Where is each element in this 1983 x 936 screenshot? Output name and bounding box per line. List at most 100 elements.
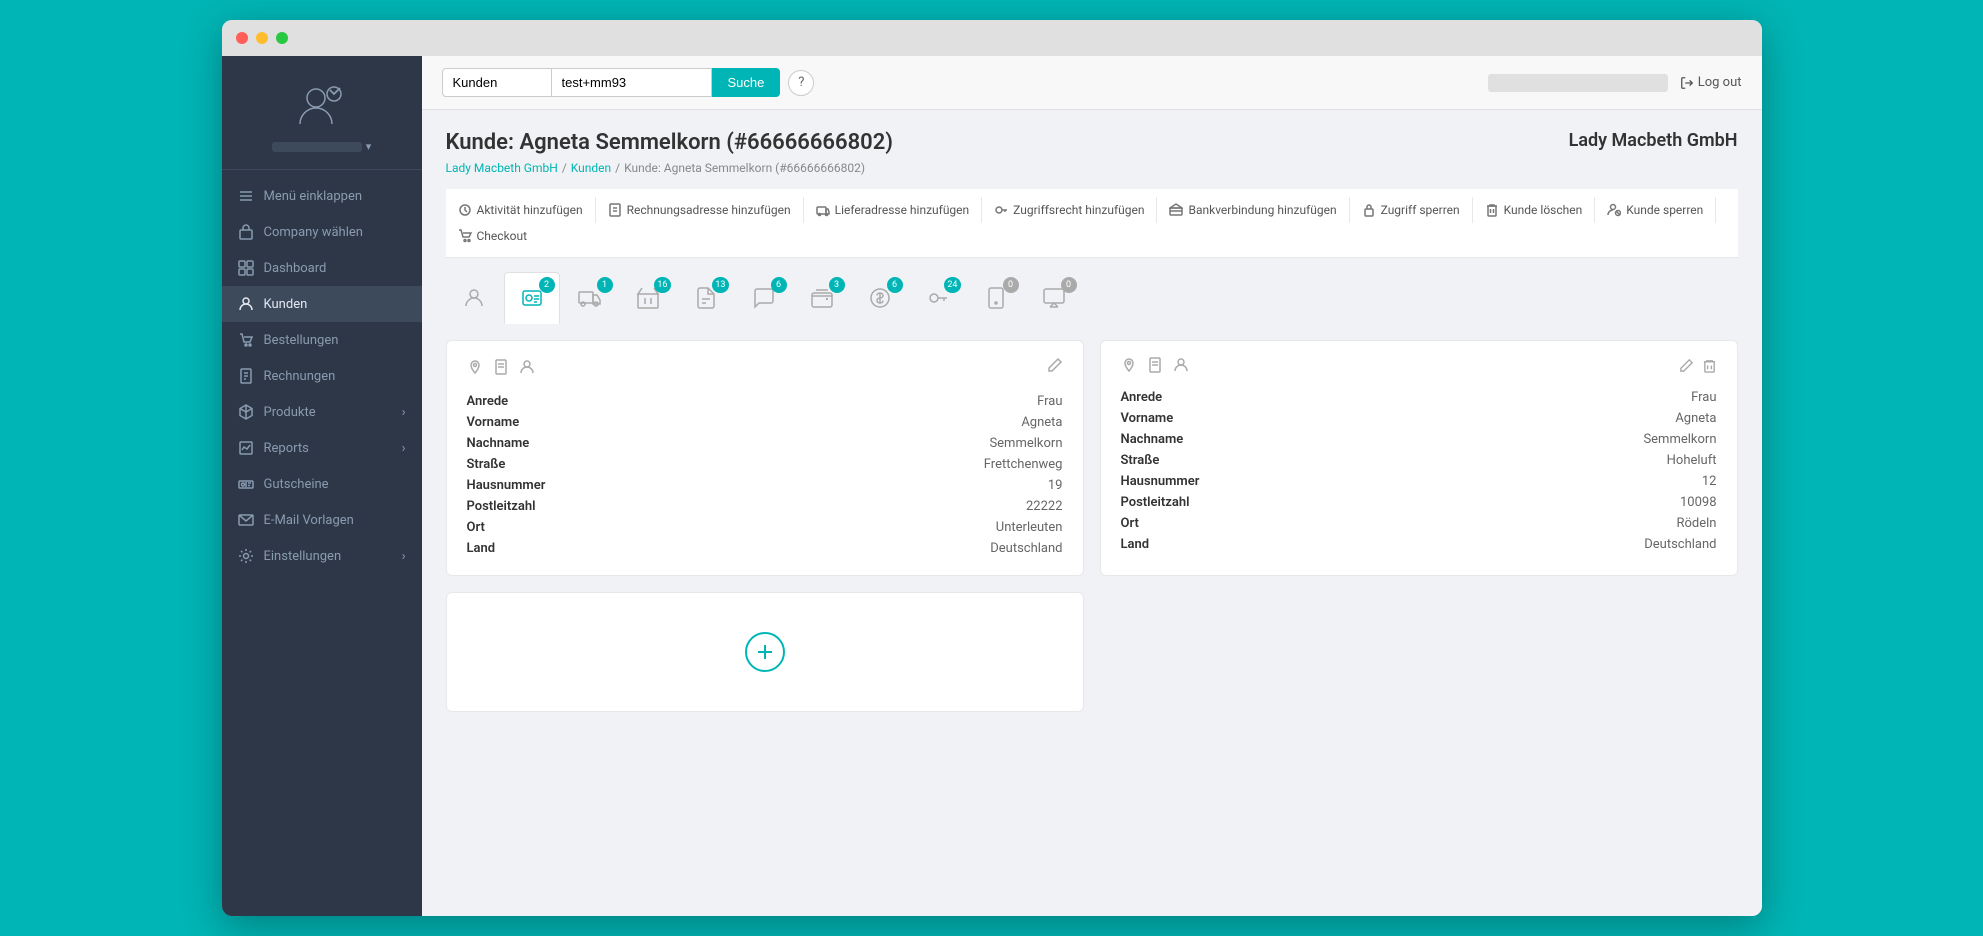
table-row: Anrede Frau (1121, 387, 1717, 408)
action-bar: Aktivität hinzufügen Rechnungsadresse hi… (446, 189, 1738, 258)
block-customer-button[interactable]: Kunde sperren (1595, 197, 1716, 223)
table-row: Straße Hoheluft (1121, 450, 1717, 471)
tab-keys[interactable]: 24 (910, 272, 966, 324)
address-card-2: Anrede Frau Vorname Agneta Nachname Semm… (1100, 340, 1738, 576)
topbar-right: Log out (1488, 74, 1742, 92)
sidebar-item-produkte[interactable]: Produkte › (222, 394, 422, 430)
close-button[interactable] (236, 32, 248, 44)
card-2-icons (1121, 357, 1189, 373)
sidebar-nav: Menü einklappen Company wählen (222, 170, 422, 916)
add-bank-button[interactable]: Bankverbindung hinzufügen (1157, 197, 1349, 223)
table-row: Nachname Semmelkorn (467, 433, 1063, 454)
bank-icon (1169, 203, 1183, 217)
table-row: Hausnummer 19 (467, 475, 1063, 496)
sidebar-item-label: Company wählen (264, 225, 363, 240)
add-delivery-address-button[interactable]: Lieferadresse hinzufügen (804, 197, 983, 223)
user-info-bar (1488, 74, 1668, 92)
tab-contact[interactable]: 2 (504, 272, 560, 324)
card-1-edit[interactable] (1047, 357, 1063, 377)
tab-screens-badge: 0 (1061, 277, 1077, 293)
tab-orders-badge: 16 (654, 277, 670, 293)
tab-refunds-badge: 6 (887, 277, 903, 293)
sidebar-item-reports[interactable]: Reports › (222, 430, 422, 466)
add-address-card[interactable] (446, 592, 1084, 712)
minimize-button[interactable] (256, 32, 268, 44)
chevron-right-icon: › (402, 549, 406, 564)
sidebar-item-collapse[interactable]: Menü einklappen (222, 178, 422, 214)
tab-keys-badge: 24 (944, 277, 960, 293)
table-row: Anrede Frau (467, 391, 1063, 412)
table-row: Postleitzahl 22222 (467, 496, 1063, 517)
sidebar-item-gutscheine[interactable]: Gutscheine (222, 466, 422, 502)
add-invoice-address-button[interactable]: Rechnungsadresse hinzufügen (596, 197, 804, 223)
tab-refunds[interactable]: 6 (852, 272, 908, 324)
breadcrumb-current: Kunde: Agneta Semmelkorn (#66666666802) (624, 161, 865, 175)
address-card-1: Anrede Frau Vorname Agneta Nachname Semm… (446, 340, 1084, 576)
user-name-placeholder (272, 142, 362, 152)
tab-orders[interactable]: 16 (620, 272, 676, 324)
checkout-button[interactable]: Checkout (446, 223, 540, 249)
add-activity-button[interactable]: Aktivität hinzufügen (446, 197, 596, 223)
location-icon (467, 359, 483, 375)
sidebar-item-email-vorlagen[interactable]: E-Mail Vorlagen (222, 502, 422, 538)
tab-profile[interactable] (446, 272, 502, 324)
tab-messages-badge: 6 (771, 277, 787, 293)
sidebar-item-rechnungen[interactable]: Rechnungen (222, 358, 422, 394)
sidebar-item-company[interactable]: Company wählen (222, 214, 422, 250)
sidebar-item-label: Produkte (264, 405, 316, 420)
chevron-right-icon: › (402, 441, 406, 456)
logout-icon (1680, 76, 1694, 90)
logout-button[interactable]: Log out (1680, 75, 1742, 90)
key-icon (994, 203, 1008, 217)
tab-devices-badge: 0 (1003, 277, 1019, 293)
sidebar-user[interactable]: ▾ (272, 140, 372, 153)
breadcrumb-kunden[interactable]: Kunden (571, 161, 611, 175)
search-bar: Kunden Bestellungen Rechnungen Suche (442, 68, 781, 97)
user-block-icon (1607, 203, 1621, 217)
card-1-icons (467, 359, 535, 375)
help-button[interactable]: ? (788, 70, 814, 96)
table-row: Land Deutschland (467, 538, 1063, 559)
delete-customer-button[interactable]: Kunde löschen (1473, 197, 1596, 223)
edit-icon-2[interactable] (1679, 358, 1694, 373)
logout-label: Log out (1698, 75, 1742, 90)
lock-access-button[interactable]: Zugriff sperren (1350, 197, 1473, 223)
sidebar-item-label: E-Mail Vorlagen (264, 513, 354, 528)
sidebar-logo: ▾ (222, 56, 422, 170)
plus-icon (753, 640, 777, 664)
tab-messages[interactable]: 6 (736, 272, 792, 324)
titlebar (222, 20, 1762, 56)
search-button[interactable]: Suche (712, 68, 781, 97)
sidebar-item-label: Einstellungen (264, 549, 342, 564)
sidebar-item-label: Bestellungen (264, 333, 339, 348)
sidebar-item-bestellungen[interactable]: Bestellungen (222, 322, 422, 358)
tab-delivery[interactable]: 1 (562, 272, 618, 324)
user-card-icon (519, 359, 535, 375)
trash-icon (1485, 203, 1499, 217)
company-name: Lady Macbeth GmbH (1569, 130, 1738, 151)
tab-devices[interactable]: 0 (968, 272, 1024, 324)
breadcrumb-company[interactable]: Lady Macbeth GmbH (446, 161, 558, 175)
logo-icon (296, 80, 348, 132)
sidebar-item-dashboard[interactable]: Dashboard (222, 250, 422, 286)
tab-wallet-badge: 3 (829, 277, 845, 293)
delete-icon[interactable] (1702, 358, 1717, 373)
tab-invoices[interactable]: 13 (678, 272, 734, 324)
tabs-bar: 2 1 16 13 (446, 272, 1738, 324)
table-row: Ort Unterleuten (467, 517, 1063, 538)
address-table-2: Anrede Frau Vorname Agneta Nachname Semm… (1121, 387, 1717, 555)
table-row: Nachname Semmelkorn (1121, 429, 1717, 450)
add-access-right-button[interactable]: Zugriffsrecht hinzufügen (982, 197, 1157, 223)
maximize-button[interactable] (276, 32, 288, 44)
sidebar-item-label: Rechnungen (264, 369, 336, 384)
app-body: ▾ Menü einklappen (222, 56, 1762, 916)
tab-wallet[interactable]: 3 (794, 272, 850, 324)
sidebar-item-label: Reports (264, 441, 309, 456)
search-input[interactable] (552, 68, 712, 97)
sidebar-item-kunden[interactable]: Kunden (222, 286, 422, 322)
lock-icon (1362, 203, 1376, 217)
content-area: Kunde: Agneta Semmelkorn (#66666666802) … (422, 110, 1762, 916)
tab-screens[interactable]: 0 (1026, 272, 1082, 324)
sidebar-item-einstellungen[interactable]: Einstellungen › (222, 538, 422, 574)
search-category-select[interactable]: Kunden Bestellungen Rechnungen (442, 68, 552, 97)
